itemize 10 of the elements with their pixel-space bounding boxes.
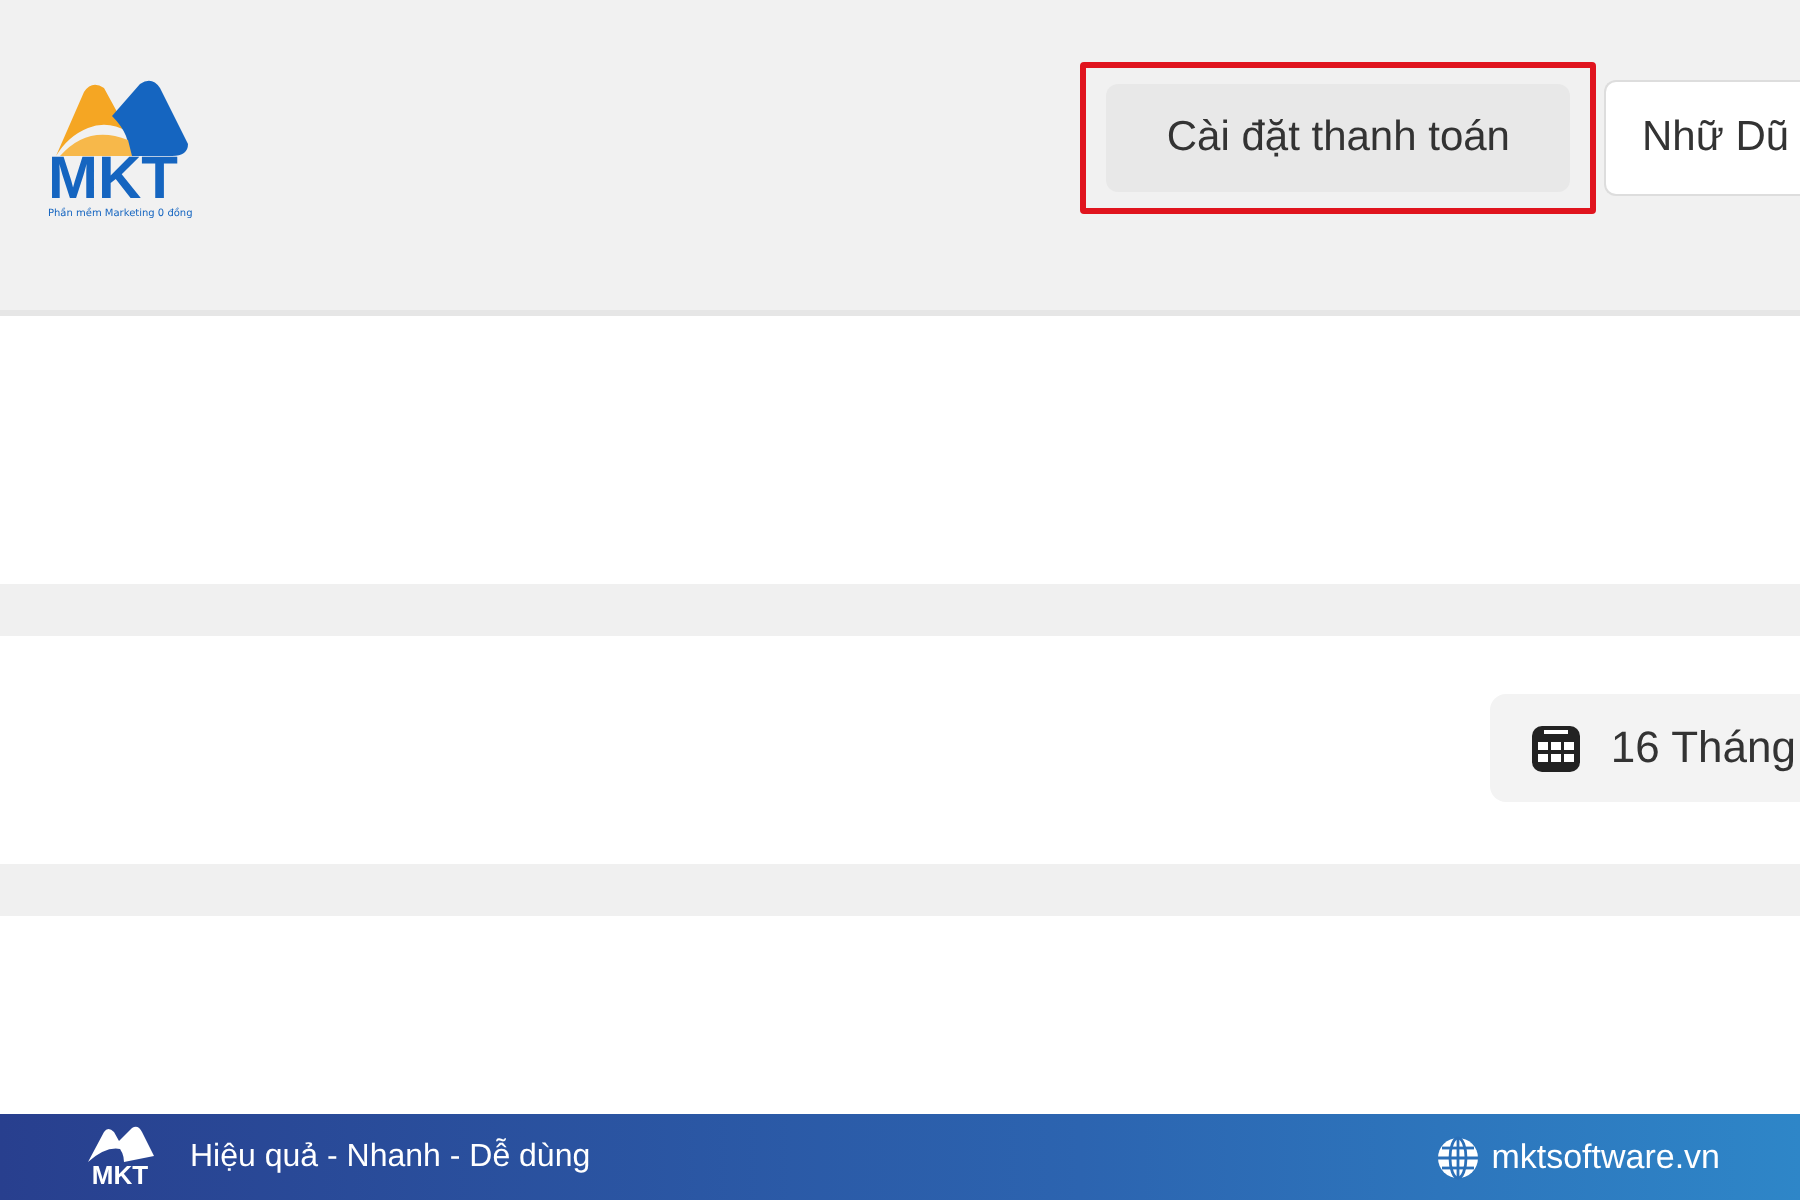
calendar-icon: [1530, 722, 1583, 774]
website-link[interactable]: mktsoftware.vn: [1491, 1137, 1720, 1177]
user-button[interactable]: Nhữ Dũ: [1604, 79, 1800, 195]
logo-icon: [84, 1126, 156, 1162]
date-button[interactable]: 16 Tháng: [1490, 694, 1800, 802]
slogan: Hiệu quả - Nhanh - Dễ dùng: [190, 1139, 591, 1175]
payment-settings-button[interactable]: Cài đặt thanh toán: [1106, 83, 1570, 191]
logo-text: MKT: [91, 1162, 149, 1188]
globe-icon: [1435, 1135, 1480, 1179]
logo-text: MKT: [48, 151, 178, 207]
